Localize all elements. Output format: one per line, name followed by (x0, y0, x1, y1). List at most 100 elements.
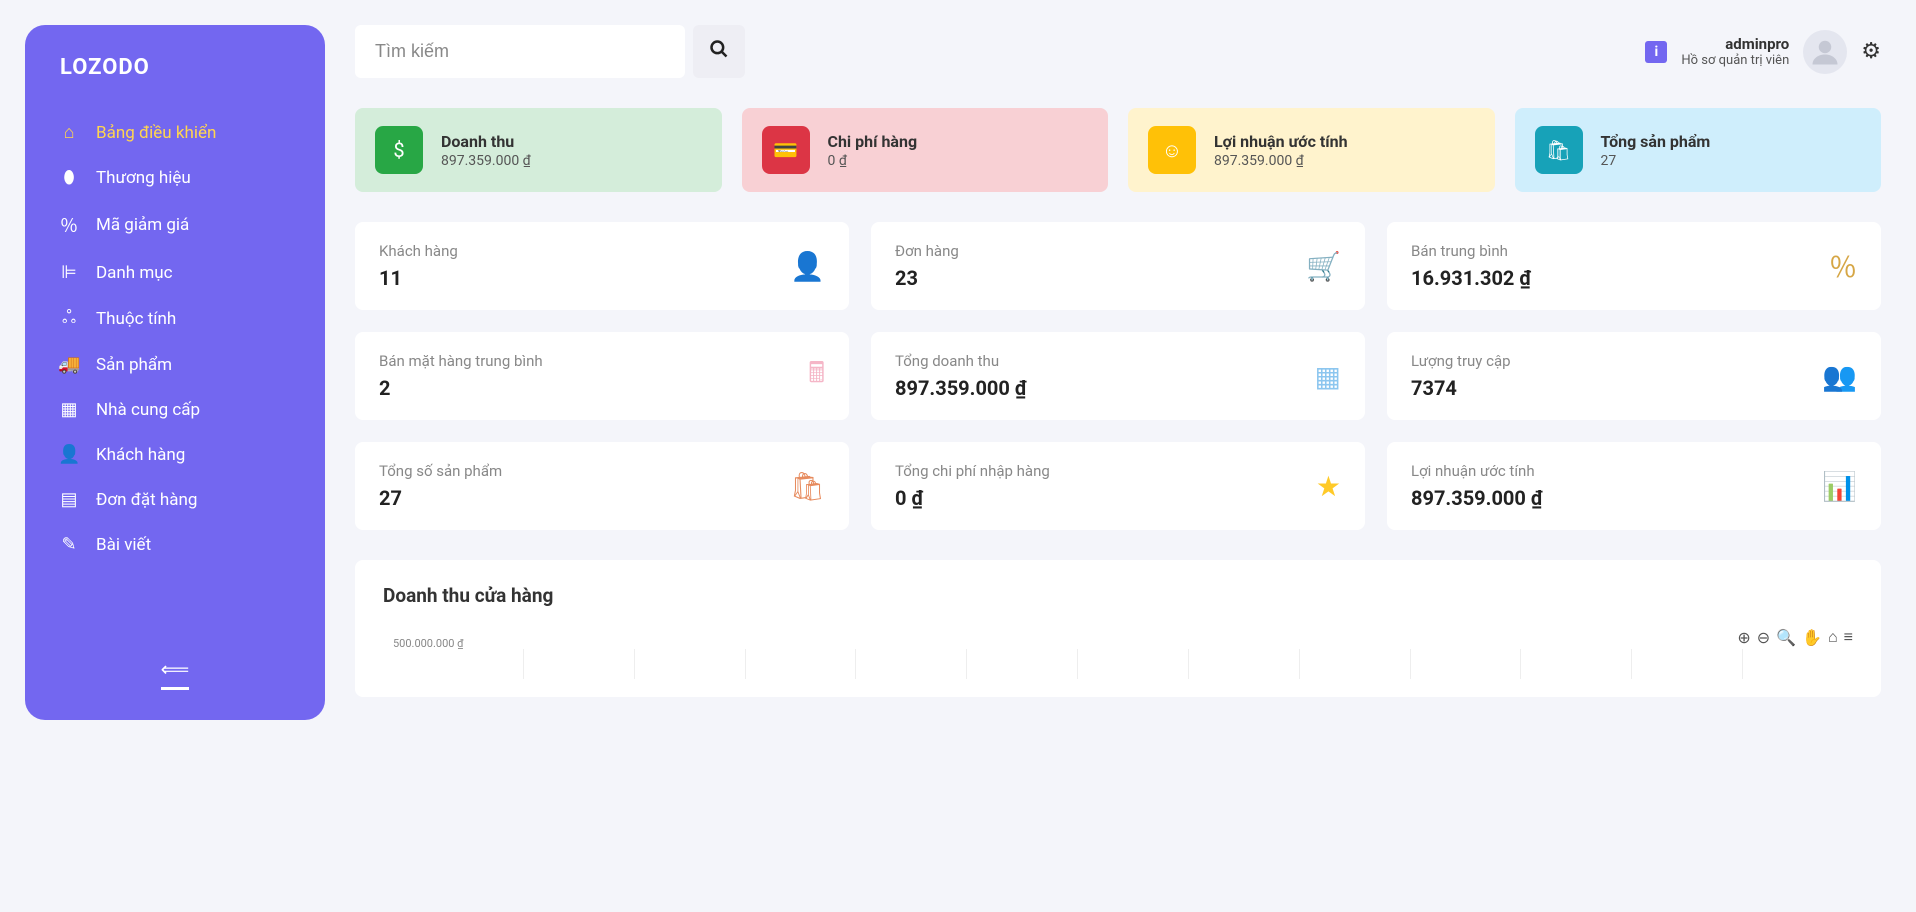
stat-label: Tổng số sản phẩm (379, 462, 502, 480)
stat-card-4: Tổng doanh thu897.359.000 ₫▦ (871, 332, 1365, 420)
stat-value: 7374 (1411, 376, 1511, 400)
summary-value: 27 (1601, 153, 1711, 169)
stat-card-6: Tổng số sản phẩm27🛍 (355, 442, 849, 530)
chart-reset-button[interactable]: ⌂ (1828, 627, 1838, 647)
summary-card-2[interactable]: ☺Lợi nhuận ước tính897.359.000 ₫ (1128, 108, 1495, 192)
summary-title: Tổng sản phẩm (1601, 132, 1711, 151)
summary-value: 897.359.000 ₫ (1214, 153, 1348, 169)
stat-value: 23 (895, 266, 959, 290)
search-input[interactable] (355, 25, 685, 78)
sidebar-item-6[interactable]: ▦ Nhà cung cấp (40, 387, 310, 432)
sidebar-item-7[interactable]: 👤 Khách hàng (40, 432, 310, 477)
info-badge[interactable]: i (1645, 41, 1667, 63)
sidebar-item-0[interactable]: ⌂ Bảng điều khiển (40, 110, 310, 155)
egg-icon: ⬮ (58, 167, 80, 188)
chart-pan-button[interactable]: ✋ (1802, 628, 1822, 647)
sidebar-item-label: Khách hàng (96, 445, 185, 465)
category-icon: ⊫ (58, 262, 80, 283)
stat-card-0: Khách hàng 11 👤 (355, 222, 849, 310)
stat-label: Lượng truy cập (1411, 352, 1511, 370)
stat-icon: 👤 (790, 250, 825, 283)
chart-zoom-out-button[interactable]: ⊖ (1757, 628, 1770, 647)
summary-icon: 🛍 (1535, 126, 1583, 174)
stat-icon: 🖩 (808, 352, 825, 400)
user-icon: 👤 (58, 444, 80, 465)
sidebar-item-3[interactable]: ⊫ Danh mục (40, 250, 310, 295)
sidebar-item-label: Đơn đặt hàng (96, 490, 197, 510)
stat-card-5: Lượng truy cập 7374 👥 (1387, 332, 1881, 420)
chart-zoom-in-button[interactable]: ⊕ (1737, 628, 1750, 647)
stat-icon: 📊 (1822, 470, 1857, 503)
user-name: adminpro (1681, 35, 1789, 53)
percent-icon: ％ (58, 212, 80, 238)
sidebar-item-4[interactable]: ஃ Thuộc tính (40, 295, 310, 342)
chart-section: Doanh thu cửa hàng ⊕ ⊖ 🔍 ✋ ⌂ ≡ 500.000.0… (355, 560, 1881, 697)
summary-value: 897.359.000 ₫ (441, 153, 531, 169)
sidebar-item-label: Danh mục (96, 263, 173, 283)
sidebar-item-2[interactable]: ％ Mã giảm giá (40, 200, 310, 250)
sidebar-item-9[interactable]: ✎ Bài viết (40, 522, 310, 567)
stat-icon: ％ (1829, 246, 1857, 286)
main-content: i adminpro Hồ sơ quản trị viên ⚙ $ Doanh … (350, 0, 1916, 912)
stat-icon: ▦ (1315, 360, 1341, 393)
attribute-icon: ஃ (58, 307, 80, 330)
stat-icon: ★ (1316, 470, 1341, 503)
chart-title: Doanh thu cửa hàng (383, 584, 1853, 607)
stat-value: 16.931.302 ₫ (1411, 266, 1531, 290)
sidebar-item-label: Mã giảm giá (96, 215, 189, 235)
document-icon: ▤ (58, 489, 80, 510)
summary-row: $Doanh thu897.359.000 ₫💳Chi phí hàng0 ₫☺… (355, 108, 1881, 192)
stat-label: Tổng chi phí nhập hàng (895, 462, 1050, 480)
stat-card-2: Bán trung bình 16.931.302 ₫ ％ (1387, 222, 1881, 310)
stat-label: Khách hàng (379, 242, 458, 260)
stat-label: Bán mặt hàng trung bình (379, 352, 543, 370)
nav: ⌂ Bảng điều khiển ⬮ Thương hiệu ％ Mã giảm giá… (40, 110, 310, 637)
search-icon (709, 39, 729, 65)
brand-logo: LOZODO (40, 55, 310, 80)
sidebar-item-label: Nhà cung cấp (96, 400, 200, 420)
stat-value: 27 (379, 486, 502, 510)
summary-icon: $ (375, 126, 423, 174)
avatar-icon (1810, 37, 1840, 67)
stat-value: 11 (379, 266, 458, 290)
topbar: i adminpro Hồ sơ quản trị viên ⚙ (355, 25, 1881, 78)
sidebar-item-label: Sản phẩm (96, 355, 172, 375)
search-wrap (355, 25, 745, 78)
stat-grid: Khách hàng 11 👤 Đơn hàng 23 🛒 Bán trung bình 16… (355, 222, 1881, 530)
chart-grid (523, 649, 1853, 679)
sidebar-item-8[interactable]: ▤ Đơn đặt hàng (40, 477, 310, 522)
summary-title: Lợi nhuận ước tính (1214, 132, 1348, 151)
summary-card-1[interactable]: 💳Chi phí hàng0 ₫ (742, 108, 1109, 192)
collapse-icon: ⟸ (161, 657, 190, 690)
sidebar-item-label: Thuộc tính (96, 309, 176, 329)
user-text[interactable]: adminpro Hồ sơ quản trị viên (1681, 35, 1789, 68)
stat-label: Lợi nhuận ước tính (1411, 462, 1542, 480)
home-icon: ⌂ (58, 122, 80, 143)
summary-title: Doanh thu (441, 132, 531, 151)
user-area: i adminpro Hồ sơ quản trị viên ⚙ (1645, 30, 1881, 74)
sidebar-item-label: Bài viết (96, 535, 151, 555)
chart-menu-button[interactable]: ≡ (1844, 627, 1853, 647)
avatar[interactable] (1803, 30, 1847, 74)
edit-icon: ✎ (58, 534, 80, 555)
user-subtitle: Hồ sơ quản trị viên (1681, 53, 1789, 68)
stat-label: Bán trung bình (1411, 242, 1531, 260)
stat-label: Đơn hàng (895, 242, 959, 260)
chart-zoom-selection-button[interactable]: 🔍 (1776, 628, 1796, 647)
stat-icon: 🛒 (1306, 250, 1341, 283)
grid-icon: ▦ (58, 399, 80, 420)
stat-card-1: Đơn hàng 23 🛒 (871, 222, 1365, 310)
search-button[interactable] (693, 25, 745, 78)
summary-value: 0 ₫ (828, 153, 918, 169)
summary-card-0[interactable]: $ Doanh thu 897.359.000 ₫ (355, 108, 722, 192)
sidebar-item-5[interactable]: 🚚 Sản phẩm (40, 342, 310, 387)
stat-icon: 👥 (1822, 360, 1857, 393)
truck-icon: 🚚 (58, 354, 80, 375)
sidebar-item-1[interactable]: ⬮ Thương hiệu (40, 155, 310, 200)
sidebar-item-label: Bảng điều khiển (96, 123, 216, 143)
settings-button[interactable]: ⚙ (1861, 39, 1881, 64)
summary-card-3[interactable]: 🛍 Tổng sản phẩm 27 (1515, 108, 1882, 192)
sidebar-collapse-button[interactable]: ⟸ (40, 647, 310, 700)
sidebar-item-label: Thương hiệu (96, 168, 191, 188)
gear-icon: ⚙ (1861, 39, 1881, 64)
